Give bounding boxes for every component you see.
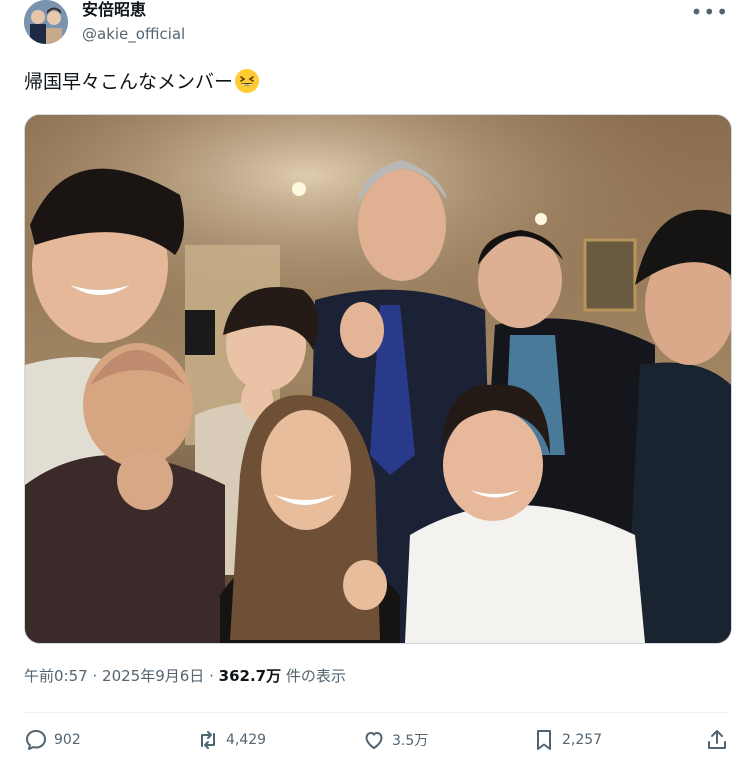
- meta-separator: ·: [209, 667, 214, 685]
- reply-count: 902: [54, 732, 81, 748]
- share-icon: [708, 730, 726, 749]
- repost-icon: [201, 731, 215, 749]
- more-options-icon[interactable]: •••: [691, 0, 729, 24]
- post-text-content: 帰国早々こんなメンバー: [24, 71, 234, 93]
- heart-icon: [365, 732, 383, 749]
- repost-button[interactable]: 4,429: [196, 728, 266, 752]
- reply-button[interactable]: 902: [24, 728, 81, 752]
- avatar-image: [24, 0, 68, 44]
- group-photo-image: [25, 115, 731, 643]
- divider: [24, 712, 729, 713]
- bookmark-button[interactable]: 2,257: [532, 728, 602, 752]
- author-handle[interactable]: @akie_official: [82, 24, 185, 44]
- like-count: 3.5万: [392, 733, 429, 749]
- post-date[interactable]: 2025年9月6日: [102, 667, 204, 685]
- share-button[interactable]: [705, 728, 729, 752]
- repost-count: 4,429: [226, 732, 267, 748]
- views-count: 362.7万: [218, 667, 282, 685]
- bookmark-count: 2,257: [562, 732, 603, 748]
- grinning-squinting-face-icon: [235, 69, 260, 93]
- avatar[interactable]: [24, 0, 68, 44]
- action-bar: 902 4,429 3.5万 2,257: [24, 728, 729, 758]
- author-display-name[interactable]: 安倍昭恵: [82, 0, 146, 20]
- like-button[interactable]: 3.5万: [362, 728, 428, 752]
- reply-icon: [26, 730, 46, 750]
- post-text: 帰国早々こんなメンバー: [24, 68, 260, 96]
- post-photo[interactable]: [24, 114, 732, 644]
- post-meta: 午前0:57 · 2025年9月6日 · 362.7万 件の表示: [24, 666, 346, 686]
- bookmark-icon: [537, 730, 551, 750]
- views-label: 件の表示: [285, 667, 346, 685]
- post-time[interactable]: 午前0:57: [24, 667, 88, 685]
- meta-separator: ·: [92, 667, 98, 685]
